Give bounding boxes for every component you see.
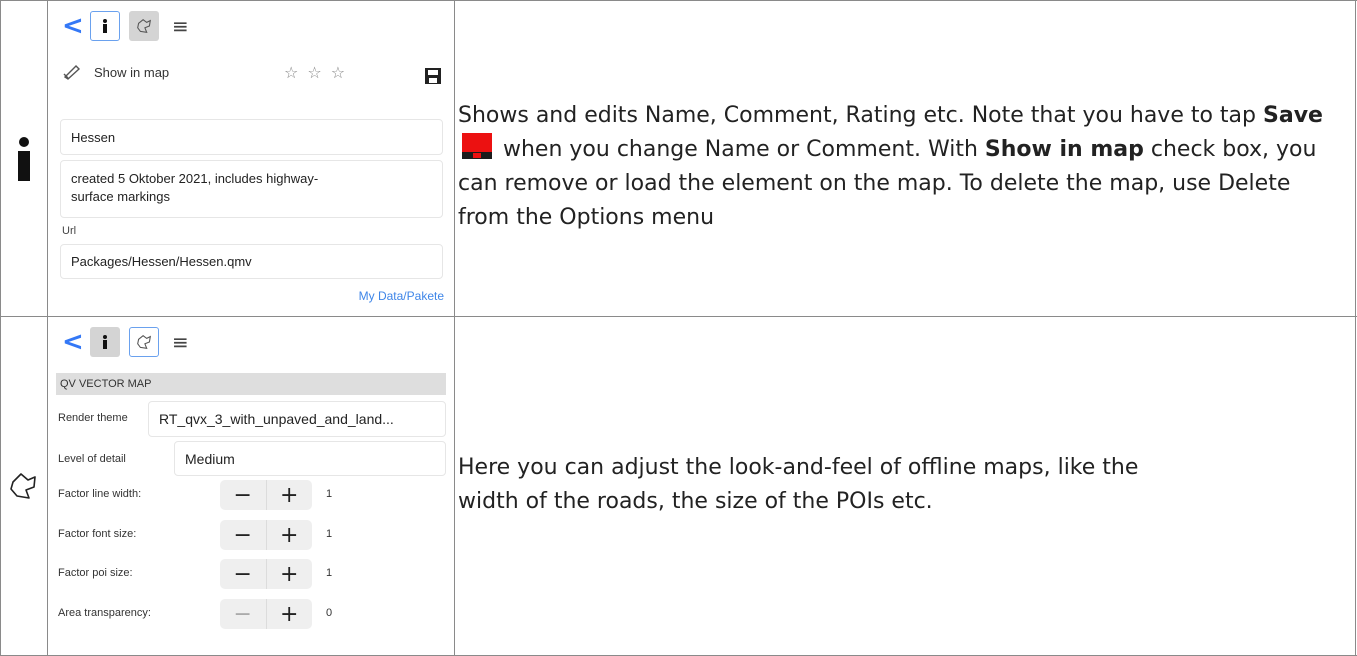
url-label: Url (62, 225, 77, 237)
map-outline-icon (137, 19, 152, 33)
increment-button[interactable]: + (267, 480, 313, 510)
decrement-button[interactable]: − (220, 480, 267, 510)
factor-font-size-label: Factor font size: (58, 528, 137, 540)
increment-button[interactable]: + (267, 520, 313, 550)
save-bold: Save (1263, 103, 1323, 128)
factor-poi-size-value: 1 (326, 567, 333, 579)
panel-toolbar: < ≡ (62, 10, 189, 42)
info-description: Shows and edits Name, Comment, Rating et… (458, 99, 1348, 235)
info-tab-button[interactable] (90, 327, 120, 357)
decrement-button[interactable]: − (220, 520, 267, 550)
increment-button[interactable]: + (267, 599, 313, 629)
panel-toolbar: < ≡ (62, 326, 189, 358)
back-button[interactable]: < (62, 329, 90, 355)
render-theme-label: Render theme (58, 412, 128, 424)
map-outline-icon (137, 335, 152, 349)
increment-button[interactable]: + (267, 559, 313, 589)
rating-stars[interactable]: ☆☆☆ (284, 63, 354, 82)
map-description: Here you can adjust the look-and-feel of… (458, 455, 1139, 514)
map-panel-screenshot: < ≡ QV VECTOR MAP Render theme RT_qvx_3_… (48, 317, 454, 655)
info-icon (103, 19, 107, 33)
name-value: Hessen (71, 129, 116, 145)
back-button[interactable]: < (62, 13, 90, 39)
star-icon[interactable]: ☆ (307, 63, 330, 82)
factor-poi-size-stepper[interactable]: − + (220, 559, 312, 589)
show-in-map-bold: Show in map (984, 137, 1144, 162)
star-icon[interactable]: ☆ (284, 63, 307, 82)
desc-text: when you change Name or Comment. With (496, 137, 985, 162)
hamburger-icon[interactable]: ≡ (172, 14, 189, 38)
section-header: QV VECTOR MAP (56, 373, 446, 395)
show-in-map-row[interactable]: Show in map (62, 64, 169, 80)
url-field[interactable]: Packages/Hessen/Hessen.qmv (60, 244, 443, 279)
factor-line-width-stepper[interactable]: − + (220, 480, 312, 510)
star-icon[interactable]: ☆ (331, 63, 354, 82)
info-tab-button[interactable] (90, 11, 120, 41)
area-transparency-label: Area transparency: (58, 607, 151, 619)
decrement-button[interactable]: − (220, 559, 267, 589)
level-of-detail-value: Medium (185, 450, 235, 467)
url-value: Packages/Hessen/Hessen.qmv (71, 254, 252, 269)
factor-poi-size-label: Factor poi size: (58, 567, 133, 579)
render-theme-value: RT_qvx_3_with_unpaved_and_land... (159, 411, 394, 427)
show-in-map-label: Show in map (94, 64, 170, 80)
map-outline-icon (10, 473, 36, 499)
desc-text: Shows and edits Name, Comment, Rating et… (458, 103, 1263, 128)
level-of-detail-label: Level of detail (58, 453, 126, 465)
level-of-detail-field[interactable]: Medium (174, 441, 446, 476)
area-transparency-stepper[interactable]: − + (220, 599, 312, 629)
factor-line-width-label: Factor line width: (58, 488, 142, 500)
info-icon (103, 335, 107, 349)
render-theme-field[interactable]: RT_qvx_3_with_unpaved_and_land... (148, 401, 446, 437)
comment-value: created 5 Oktober 2021, includes highway… (71, 171, 319, 204)
name-field[interactable]: Hessen (60, 119, 443, 155)
row-map-icon (1, 317, 47, 655)
decrement-button[interactable]: − (220, 599, 267, 629)
pen-icon (63, 65, 81, 80)
hamburger-icon[interactable]: ≡ (172, 330, 189, 354)
map-tab-button[interactable] (129, 327, 159, 357)
comment-field[interactable]: created 5 Oktober 2021, includes highway… (60, 160, 443, 218)
area-transparency-value: 0 (326, 607, 333, 619)
info-icon (18, 136, 30, 181)
folder-link[interactable]: My Data/Pakete (359, 289, 444, 303)
row-info-icon (1, 1, 47, 316)
factor-line-width-value: 1 (326, 488, 333, 500)
info-panel-screenshot: < ≡ Show in map ☆☆☆ Hessen created 5 Okt… (48, 1, 454, 316)
save-icon (462, 133, 492, 159)
map-tab-button[interactable] (129, 11, 159, 41)
factor-font-size-stepper[interactable]: − + (220, 520, 312, 550)
factor-font-size-value: 1 (326, 528, 333, 540)
save-icon[interactable] (424, 67, 442, 85)
